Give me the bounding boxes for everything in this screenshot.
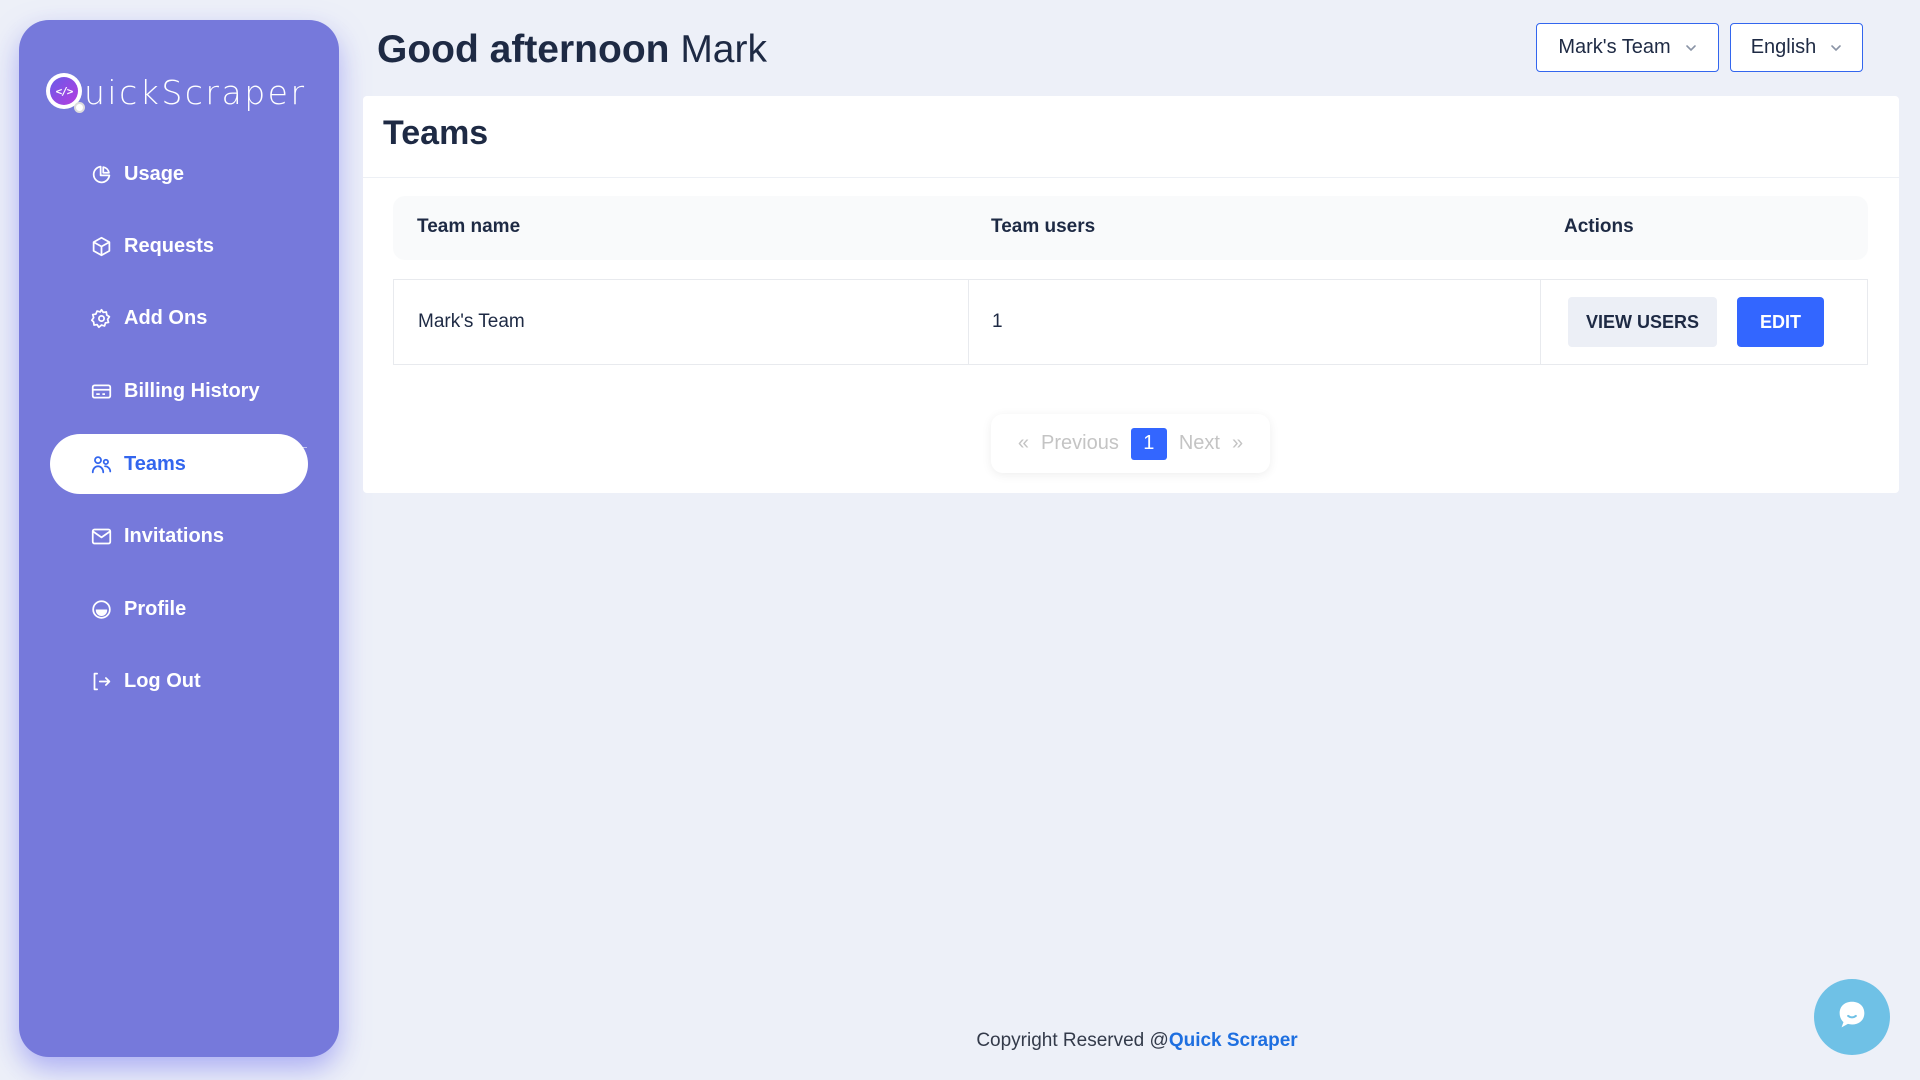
first-page-button[interactable]: « [1018,432,1029,455]
sidebar-item-label: Billing History [124,379,260,402]
edit-button[interactable]: EDIT [1737,297,1824,347]
gear-icon [90,307,112,329]
logo-text: uickScraper [84,72,307,112]
chevron-down-icon [1685,42,1697,54]
language-select[interactable]: English [1730,23,1863,72]
team-users-cell: 1 [992,311,1003,332]
view-users-button[interactable]: VIEW USERS [1568,297,1717,347]
sidebar-item-label: Log Out [124,669,201,692]
greeting-heading: Good afternoon Mark [377,28,767,72]
mail-icon [90,525,112,547]
sidebar-item-add-ons[interactable]: Add Ons [50,288,308,348]
sidebar-item-label: Requests [124,234,215,257]
language-select-value: English [1750,36,1817,58]
logout-icon [90,670,112,692]
sidebar-item-label: Invitations [124,524,225,547]
copyright-text: Copyright Reserved @ [976,1030,1169,1051]
quick-scraper-link[interactable]: Quick Scraper [1169,1030,1298,1051]
previous-page-button[interactable]: Previous [1041,432,1119,455]
footer: Copyright Reserved @Quick Scraper [0,1030,1920,1052]
sidebar-item-profile[interactable]: Profile [50,579,308,639]
sidebar-item-log-out[interactable]: Log Out [50,651,308,711]
greeting-text: Good afternoon [377,28,670,71]
cube-icon [90,235,112,257]
sidebar-item-label: Add Ons [124,306,208,329]
team-name-cell: Mark's Team [418,311,525,332]
sidebar-item-usage[interactable]: Usage [50,144,308,204]
sidebar-item-label: Teams [124,452,186,475]
users-icon [90,453,112,475]
sidebar-item-teams[interactable]: Teams [50,434,308,494]
sidebar-item-label: Usage [124,162,185,185]
sidebar-item-invitations[interactable]: Invitations [50,506,308,566]
chat-bubble-icon [1833,996,1871,1039]
logo[interactable]: </> uickScraper [46,70,307,114]
table-row: Mark's Team 1 VIEW USERS EDIT [393,279,1868,365]
card-divider [363,177,1899,178]
pagination: « Previous 1 Next » [991,414,1270,473]
logo-magnifier-code-icon: </> [46,73,85,113]
smile-icon [90,598,112,620]
credit-card-icon [90,380,112,402]
page-1-button[interactable]: 1 [1130,427,1167,460]
column-separator [968,280,969,364]
last-page-button[interactable]: » [1232,432,1243,455]
sidebar-item-label: Profile [124,597,187,620]
team-select[interactable]: Mark's Team [1536,23,1719,72]
column-header-actions: Actions [1564,216,1634,237]
sidebar-item-requests[interactable]: Requests [50,216,308,276]
user-name: Mark [680,28,767,71]
chevron-down-icon [1830,42,1842,54]
table-header: Team name Team users Actions [393,196,1868,260]
column-separator [1540,280,1541,364]
column-header-team-users: Team users [991,216,1096,237]
sidebar: </> uickScraper Usage Requests Add Ons B… [19,20,339,1057]
pie-chart-icon [90,163,112,185]
chat-widget-button[interactable] [1814,979,1890,1055]
team-select-value: Mark's Team [1558,36,1671,58]
next-page-button[interactable]: Next [1179,432,1220,455]
card-title: Teams [383,114,489,152]
sidebar-item-billing-history[interactable]: Billing History [50,361,308,421]
teams-card: Teams Team name Team users Actions Mark'… [363,96,1899,493]
column-header-team-name: Team name [417,216,521,237]
